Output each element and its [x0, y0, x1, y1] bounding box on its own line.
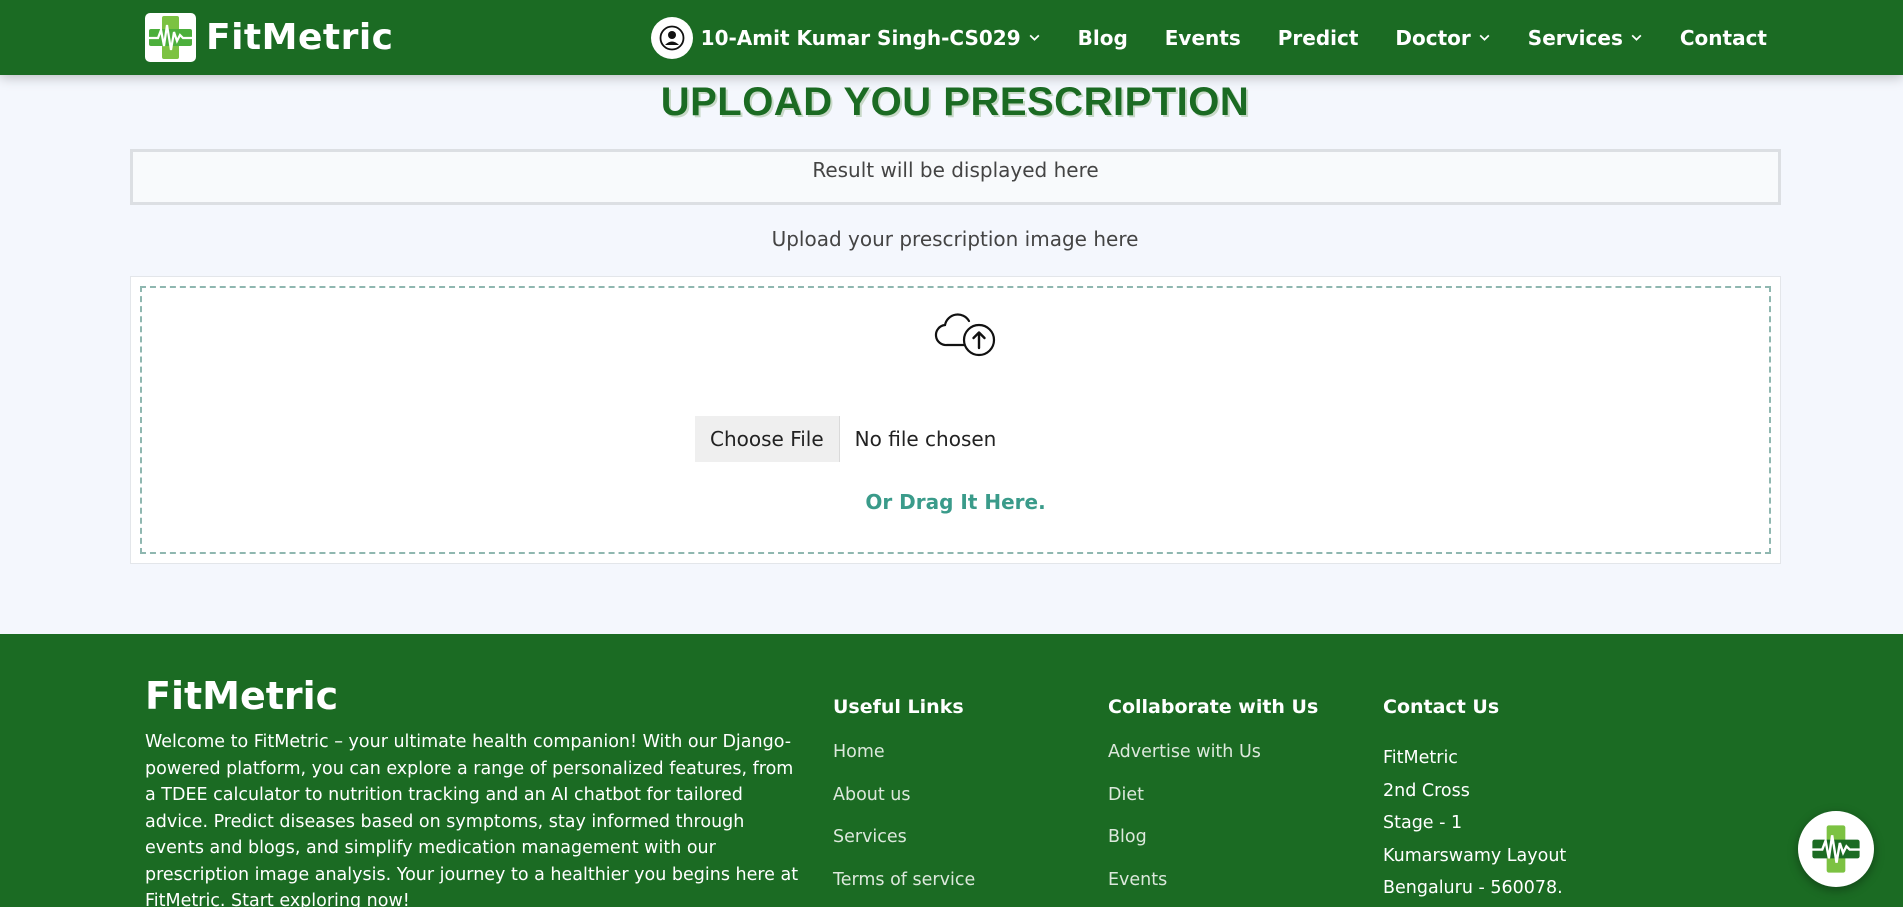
- file-input[interactable]: Choose File No file chosen: [695, 416, 996, 462]
- user-name: 10-Amit Kumar Singh-CS029: [700, 25, 1021, 50]
- footer-link-about[interactable]: About us: [833, 785, 975, 828]
- medical-cross-logo-icon: [145, 13, 196, 62]
- nav-predict[interactable]: Predict: [1278, 26, 1359, 50]
- upload-instruction: Upload your prescription image here: [771, 227, 1139, 251]
- nav-events[interactable]: Events: [1165, 26, 1241, 50]
- footer-link-terms[interactable]: Terms of service: [833, 870, 975, 907]
- footer-heading: Collaborate with Us: [1108, 696, 1319, 718]
- footer-heading: Contact Us: [1383, 696, 1500, 718]
- footer-link-blog[interactable]: Blog: [1108, 827, 1318, 870]
- choose-file-button[interactable]: Choose File: [695, 416, 840, 462]
- brand-logo[interactable]: FitMetric: [145, 13, 394, 62]
- upload-card: Choose File No file chosen Or Drag It He…: [130, 276, 1781, 564]
- footer-link-events[interactable]: Events: [1108, 870, 1318, 907]
- chevron-down-icon: [1029, 34, 1040, 41]
- footer-brand: FitMetric: [145, 674, 339, 718]
- chevron-down-icon: [1631, 34, 1642, 41]
- footer-link-services[interactable]: Services: [833, 827, 975, 870]
- nav-blog[interactable]: Blog: [1078, 26, 1128, 50]
- footer-contact: Contact Us FitMetric 2nd Cross Stage - 1…: [1383, 696, 1566, 905]
- cloud-upload-icon: [934, 313, 996, 357]
- footer-heading: Useful Links: [833, 696, 964, 718]
- main-nav: 10-Amit Kumar Singh-CS029 Blog Events Pr…: [650, 0, 1767, 75]
- contact-line: Stage - 1: [1383, 813, 1463, 833]
- contact-line: Kumarswamy Layout: [1383, 845, 1567, 866]
- user-menu[interactable]: 10-Amit Kumar Singh-CS029: [650, 16, 1041, 59]
- footer-link-home[interactable]: Home: [833, 742, 975, 785]
- nav-contact[interactable]: Contact: [1680, 26, 1767, 50]
- nav-doctor-dropdown[interactable]: Doctor: [1395, 26, 1490, 50]
- drop-zone[interactable]: Choose File No file chosen Or Drag It He…: [140, 286, 1771, 554]
- top-navbar: FitMetric 10-Amit Kumar Singh-CS029 Blog…: [0, 0, 1903, 75]
- footer-collaborate: Collaborate with Us Advertise with Us Di…: [1108, 696, 1318, 907]
- nav-doctor-label: Doctor: [1395, 25, 1471, 50]
- site-footer: FitMetric Welcome to FitMetric – your ul…: [0, 634, 1903, 907]
- chatbot-button[interactable]: [1798, 811, 1874, 887]
- chevron-down-icon: [1479, 34, 1490, 41]
- footer-link-diet[interactable]: Diet: [1108, 785, 1318, 828]
- page-title: UPLOAD YOU PRESCRIPTION: [660, 80, 1250, 124]
- footer-description: Welcome to FitMetric – your ultimate hea…: [145, 732, 799, 907]
- nav-services-label: Services: [1527, 25, 1623, 50]
- chatbot-icon: [1811, 825, 1861, 873]
- drag-hint: Or Drag It Here.: [865, 490, 1046, 514]
- result-display-box: Result will be displayed here: [130, 149, 1781, 205]
- file-status-text: No file chosen: [854, 427, 997, 451]
- contact-line: FitMetric: [1383, 748, 1458, 768]
- user-circle-icon: [650, 16, 693, 59]
- footer-link-advertise[interactable]: Advertise with Us: [1108, 742, 1318, 785]
- contact-line: 2nd Cross: [1383, 780, 1470, 801]
- contact-line: Bengaluru - 560078.: [1383, 878, 1563, 898]
- nav-services-dropdown[interactable]: Services: [1528, 26, 1643, 50]
- brand-name: FitMetric: [206, 17, 394, 58]
- footer-useful-links: Useful Links Home About us Services Term…: [833, 696, 975, 907]
